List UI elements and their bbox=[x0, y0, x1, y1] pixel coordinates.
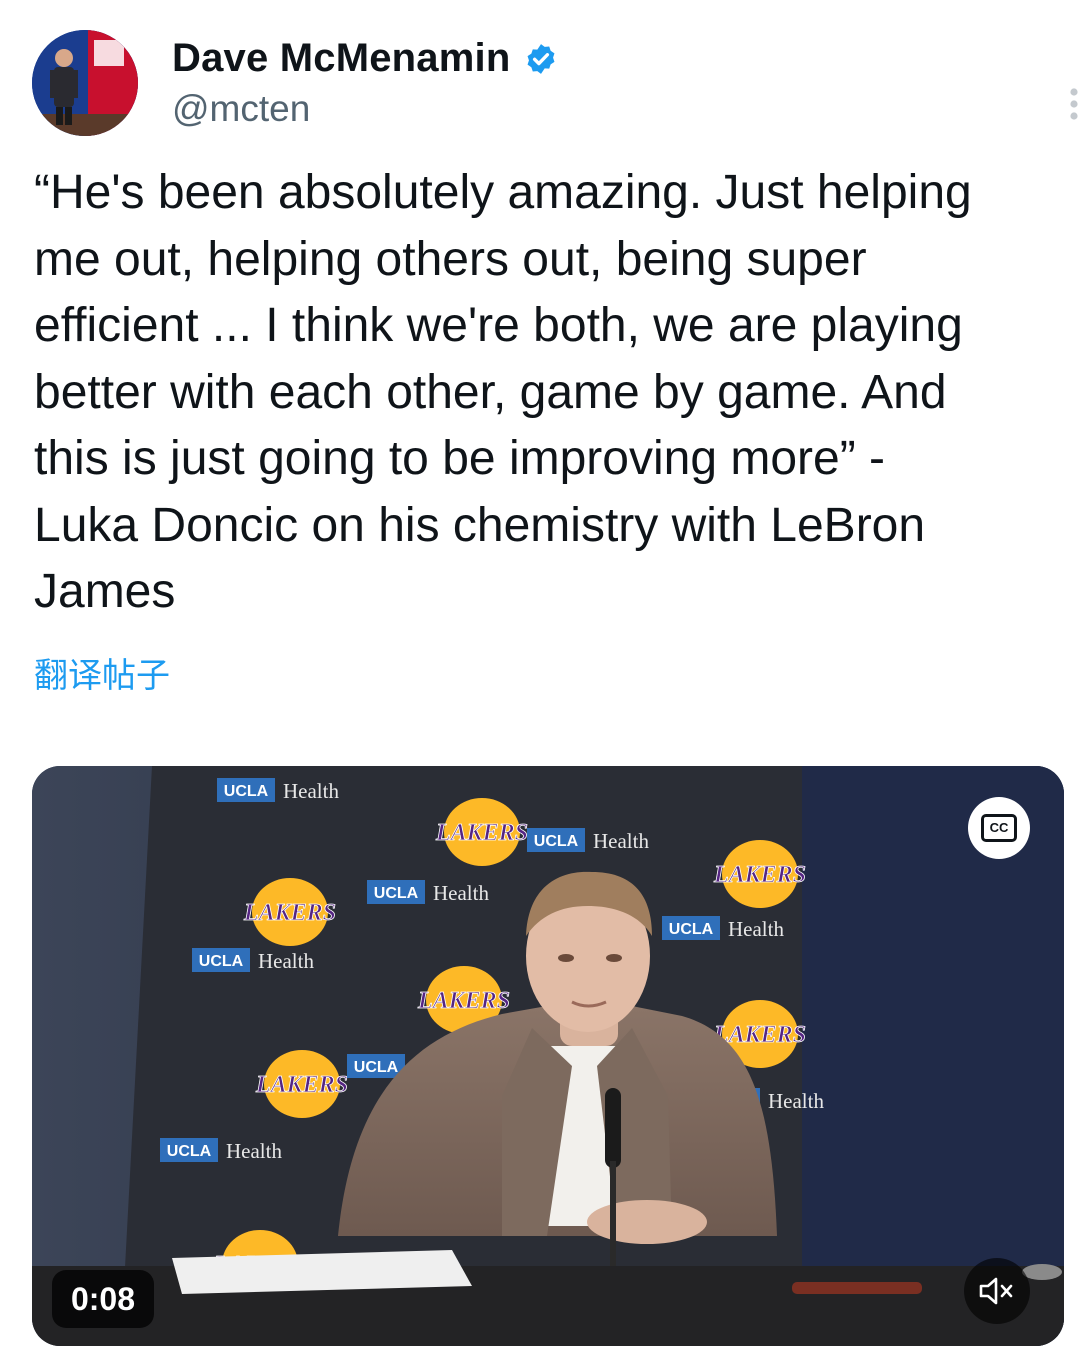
video-frame: UCLA Health LAKERS UCLA Health LAKERS LAKERS UC… bbox=[32, 766, 1064, 1346]
ucla-logo-text: UCLA bbox=[374, 885, 419, 902]
tweet-text: “He's been absolutely amazing. Just help… bbox=[34, 166, 972, 618]
author-handle[interactable]: @mcten bbox=[172, 88, 310, 130]
lakers-logo-text: LAKERS bbox=[713, 862, 806, 888]
author-display-name[interactable]: Dave McMenamin bbox=[172, 36, 510, 81]
lakers-logo-text: LAKERS bbox=[417, 988, 510, 1014]
tweet-header: Dave McMenamin @mcten bbox=[32, 30, 1078, 140]
mute-icon bbox=[979, 1277, 1013, 1305]
ucla-logo-text: UCLA bbox=[199, 953, 244, 970]
ucla-logo-text: UCLA bbox=[354, 1059, 399, 1076]
ucla-logo-text: UCLA bbox=[534, 833, 579, 850]
ucla-logo-text: UCLA bbox=[224, 783, 269, 800]
health-logo-text: Health bbox=[283, 779, 339, 803]
ucla-logo-text: UCLA bbox=[669, 921, 714, 938]
mute-button[interactable] bbox=[964, 1258, 1030, 1324]
health-logo-text: Health bbox=[728, 917, 784, 941]
translate-post-link[interactable]: 翻译帖子 bbox=[34, 648, 170, 697]
lakers-logo-text: LAKERS bbox=[435, 820, 528, 846]
video-timestamp: 0:08 bbox=[52, 1270, 154, 1328]
health-logo-text: Health bbox=[258, 949, 314, 973]
closed-captions-icon: CC bbox=[981, 814, 1017, 842]
lakers-logo-text: LAKERS bbox=[243, 900, 336, 926]
author-name-row: Dave McMenamin bbox=[172, 36, 558, 81]
health-logo-text: Health bbox=[768, 1089, 824, 1113]
video-player[interactable]: UCLA Health LAKERS UCLA Health LAKERS LAKERS UC… bbox=[32, 766, 1064, 1346]
closed-captions-button[interactable]: CC bbox=[968, 797, 1030, 859]
health-logo-text: Health bbox=[593, 829, 649, 853]
more-options-icon[interactable] bbox=[1062, 88, 1080, 124]
health-logo-text: Health bbox=[433, 881, 489, 905]
ucla-logo-text: UCLA bbox=[167, 1143, 212, 1160]
lakers-logo-text: LAKERS bbox=[255, 1072, 348, 1098]
health-logo-text: Health bbox=[226, 1139, 282, 1163]
verified-badge-icon bbox=[524, 42, 558, 76]
phone-on-table bbox=[792, 1282, 922, 1294]
avatar[interactable] bbox=[32, 30, 138, 136]
